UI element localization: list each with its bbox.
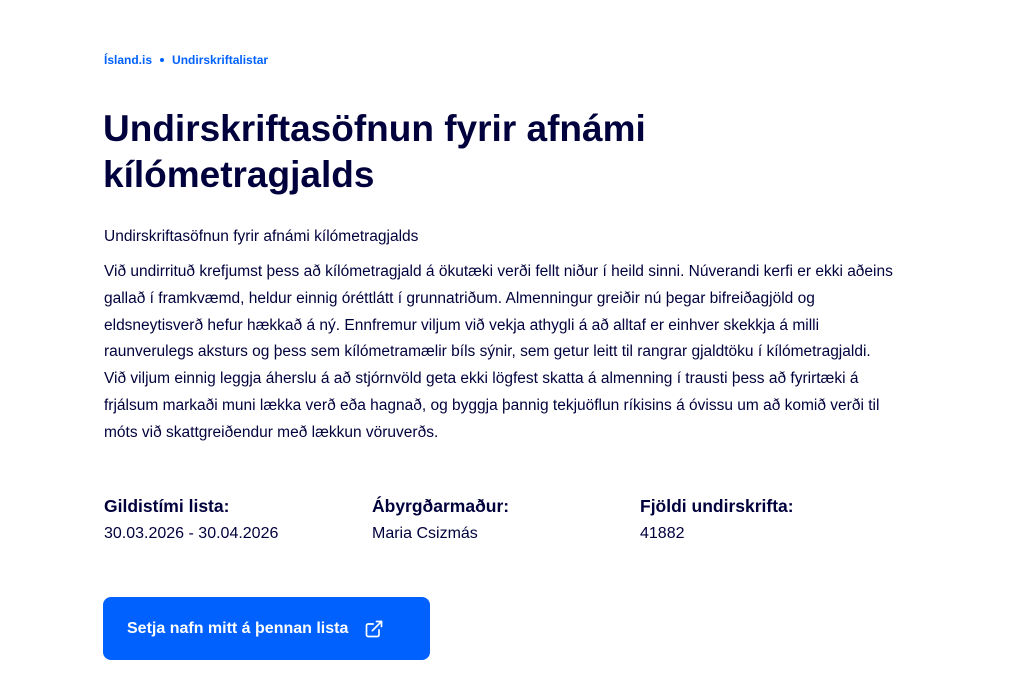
validity-info: Gildistími lista: 30.03.2026 - 30.04.202… [104,496,278,543]
owner-label: Ábyrgðarmaður: [372,496,510,516]
page-title: Undirskriftasöfnun fyrir afnámi kílómetr… [103,108,646,195]
list-subtitle: Undirskriftasöfnun fyrir afnámi kílómetr… [104,228,419,245]
breadcrumb-item-island[interactable]: Ísland.is [104,53,152,67]
validity-value: 30.03.2026 - 30.04.2026 [104,525,279,542]
signature-count-value: 41882 [640,525,685,542]
external-link-icon [364,619,384,639]
owner-value: Maria Csizmás [372,525,478,542]
breadcrumb-item-undirskriftalistar[interactable]: Undirskriftalistar [172,53,268,67]
breadcrumb-separator [160,58,165,62]
validity-label: Gildistími lista: [104,496,230,516]
breadcrumb: Ísland.is Undirskriftalistar [104,53,268,67]
owner-info: Ábyrgðarmaður: Maria Csizmás [372,496,509,543]
sign-list-button[interactable]: Setja nafn mitt á þennan lista [103,597,430,660]
sign-list-button-label: Setja nafn mitt á þennan lista [127,619,349,637]
signature-count-info: Fjöldi undirskrifta: 41882 [640,496,794,543]
signature-count-label: Fjöldi undirskrifta: [640,496,794,516]
list-description: Við undirrituð krefjumst þess að kílómet… [104,263,893,441]
